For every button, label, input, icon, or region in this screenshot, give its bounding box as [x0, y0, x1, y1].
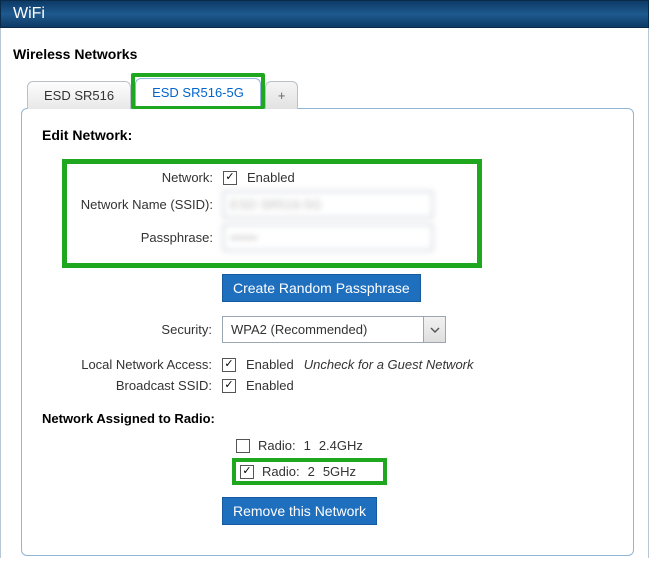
checkbox-local-network-access[interactable]	[222, 358, 236, 372]
radio-list: Radio: 1 2.4GHz Radio: 2 5GHz	[232, 436, 613, 485]
row-local-network-access: Local Network Access: Enabled Uncheck fo…	[42, 357, 613, 372]
row-ssid: Network Name (SSID):	[73, 191, 471, 218]
highlight-active-tab: ESD SR516-5G	[131, 73, 265, 109]
highlight-credentials: Network: Enabled Network Name (SSID): Pa…	[62, 159, 482, 268]
label-ssid: Network Name (SSID):	[73, 197, 223, 212]
checkbox-network-enabled[interactable]	[223, 171, 237, 185]
radio-label: Radio:	[262, 464, 300, 479]
tab-add[interactable]: +	[265, 81, 299, 109]
label-passphrase: Passphrase:	[73, 230, 223, 245]
section-heading: Wireless Networks	[13, 46, 642, 62]
radio-section-heading: Network Assigned to Radio:	[42, 411, 613, 426]
remove-this-network-button[interactable]: Remove this Network	[222, 497, 377, 525]
plus-icon: +	[278, 88, 286, 103]
row-remove-btn: Remove this Network	[42, 497, 613, 525]
tab-esd-sr516-5g[interactable]: ESD SR516-5G	[135, 78, 261, 106]
page-title-bar: WiFi	[0, 0, 649, 28]
tab-label: ESD SR516	[44, 88, 114, 103]
panel-title: Edit Network:	[42, 127, 613, 143]
ssid-input[interactable]	[223, 191, 433, 218]
radio-2-row: Radio: 2 5GHz	[232, 458, 387, 485]
tab-esd-sr516[interactable]: ESD SR516	[27, 81, 131, 109]
label-lna: Local Network Access:	[42, 357, 222, 372]
radio-1-row: Radio: 1 2.4GHz	[232, 436, 387, 455]
page-title: WiFi	[13, 5, 45, 22]
tab-label: ESD SR516-5G	[152, 85, 244, 100]
radio-label: Radio:	[258, 438, 296, 453]
radio-band: 2.4GHz	[319, 438, 363, 453]
radio-num: 2	[308, 464, 315, 479]
row-passphrase: Passphrase:	[73, 224, 471, 251]
security-select[interactable]: WPA2 (Recommended)	[222, 316, 446, 343]
label-network: Network:	[73, 170, 223, 185]
radio-band: 5GHz	[323, 464, 356, 479]
radio-num: 1	[304, 438, 311, 453]
passphrase-input[interactable]	[223, 224, 433, 251]
checkbox-radio-1[interactable]	[236, 439, 250, 453]
text-enabled: Enabled	[247, 170, 295, 185]
chevron-down-icon	[423, 317, 445, 342]
row-broadcast-ssid: Broadcast SSID: Enabled	[42, 378, 613, 393]
edit-network-panel: Edit Network: Network: Enabled Network N…	[21, 108, 634, 556]
row-security: Security: WPA2 (Recommended)	[42, 316, 613, 343]
row-network-enabled: Network: Enabled	[73, 170, 471, 185]
row-random-btn: Create Random Passphrase	[42, 274, 613, 302]
text-enabled: Enabled	[246, 357, 294, 372]
label-broadcast-ssid: Broadcast SSID:	[42, 378, 222, 393]
label-security: Security:	[42, 322, 222, 337]
checkbox-radio-2[interactable]	[240, 465, 254, 479]
create-random-passphrase-button[interactable]: Create Random Passphrase	[222, 274, 421, 302]
checkbox-broadcast-ssid[interactable]	[222, 379, 236, 393]
security-value: WPA2 (Recommended)	[223, 317, 423, 342]
tabs: ESD SR516 ESD SR516-5G +	[27, 72, 642, 108]
text-enabled: Enabled	[246, 378, 294, 393]
hint-guest-network: Uncheck for a Guest Network	[304, 357, 474, 372]
page-body: Wireless Networks ESD SR516 ESD SR516-5G…	[0, 28, 649, 558]
